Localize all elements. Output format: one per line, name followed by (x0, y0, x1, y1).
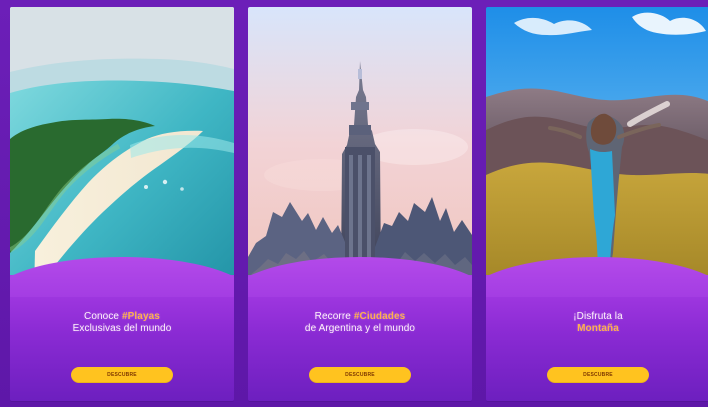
discover-button[interactable]: Descubre (71, 367, 173, 383)
promo-highlight-text: #Ciudades (353, 311, 406, 322)
discover-button[interactable]: Descubre (309, 367, 411, 383)
promo-card-beaches: Conoce #Playas Exclusivas del mundo Desc… (10, 7, 234, 401)
promo-card-mountains: ¡Disfruta la Montaña Descubre (486, 7, 708, 401)
discover-button[interactable]: Descubre (547, 367, 649, 383)
promo-carousel: Conoce #Playas Exclusivas del mundo Desc… (0, 0, 708, 407)
promo-card-panel: Conoce #Playas Exclusivas del mundo Desc… (10, 257, 234, 401)
promo-highlight-text: Montaña (577, 323, 619, 334)
promo-card-panel: ¡Disfruta la Montaña Descubre (486, 257, 708, 401)
promo-copy: ¡Disfruta la Montaña (502, 311, 694, 335)
promo-line-1: Recorre #Ciudades (264, 311, 456, 323)
promo-lead-text: Recorre (314, 311, 351, 322)
promo-card-panel: Recorre #Ciudades de Argentina y el mund… (248, 257, 472, 401)
promo-line-2: Exclusivas del mundo (72, 323, 172, 334)
promo-lead-text: Conoce (84, 311, 120, 322)
promo-line-2: de Argentina y el mundo (304, 323, 416, 334)
promo-copy: Recorre #Ciudades de Argentina y el mund… (264, 311, 456, 335)
promo-line-1: ¡Disfruta la (573, 311, 623, 322)
promo-copy: Conoce #Playas Exclusivas del mundo (26, 311, 218, 335)
promo-card-cities: Recorre #Ciudades de Argentina y el mund… (248, 7, 472, 401)
promo-line-1: Conoce #Playas (26, 311, 218, 323)
promo-highlight-text: #Playas (122, 311, 160, 322)
